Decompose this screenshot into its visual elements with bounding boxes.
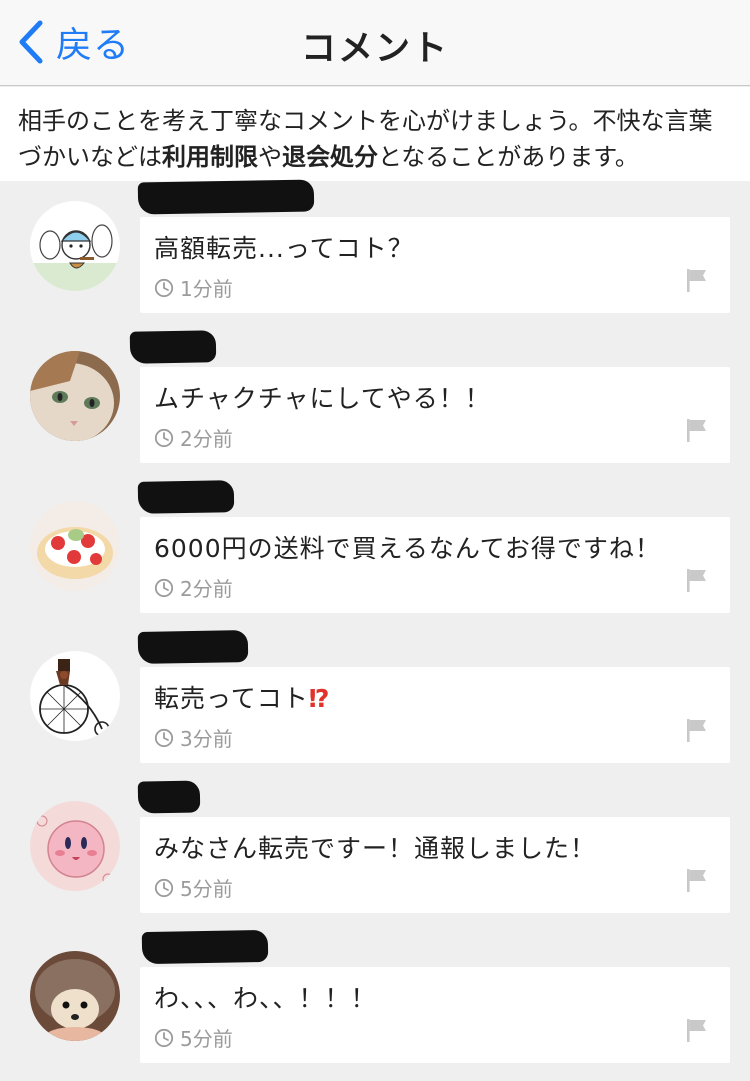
notice-bold-account-termination: 退会処分 bbox=[282, 143, 378, 171]
comment-bubble: わ、、、わ、、！！！ 5分前 bbox=[140, 967, 730, 1063]
comment-item: 転売ってコト⁉ 3分前 bbox=[0, 630, 750, 781]
flag-icon[interactable] bbox=[684, 717, 710, 743]
avatar[interactable] bbox=[30, 651, 120, 741]
comment-text: みなさん転売ですー！通報しました！ bbox=[154, 834, 597, 863]
clock-icon bbox=[154, 428, 174, 447]
comment-meta: 1分前 bbox=[154, 273, 233, 302]
clock-icon bbox=[154, 1028, 174, 1047]
kirby-illustration-avatar-image bbox=[30, 801, 120, 891]
clock-icon bbox=[154, 728, 174, 747]
avatar[interactable] bbox=[30, 951, 120, 1041]
avatar[interactable] bbox=[30, 501, 120, 591]
comment-meta: 5分前 bbox=[154, 873, 233, 902]
comment-text: わ、、、わ、、！！！ bbox=[154, 984, 377, 1013]
notice-text-mid: や bbox=[258, 143, 282, 171]
flag-icon[interactable] bbox=[684, 1017, 710, 1043]
comment-time: 1分前 bbox=[180, 277, 233, 301]
comment-bubble: 転売ってコト⁉ 3分前 bbox=[140, 667, 730, 763]
comment-item: 高額転売...ってコト？ 1分前 bbox=[0, 179, 750, 331]
clock-icon bbox=[154, 578, 174, 597]
redacted-username bbox=[129, 330, 217, 364]
comment-item: 6000円の送料で買えるなんてお得ですね！ 2分前 bbox=[0, 480, 750, 631]
hedgehog-photo-avatar-image bbox=[30, 951, 120, 1041]
comment-meta: 2分前 bbox=[154, 573, 233, 602]
exclamation-question-emoji: ⁉ bbox=[308, 684, 331, 713]
redacted-username bbox=[137, 480, 235, 514]
flag-icon[interactable] bbox=[684, 267, 710, 293]
strawberry-cake-photo-avatar-image bbox=[30, 501, 120, 591]
comment-bubble: ムチャクチャにしてやる！！ 2分前 bbox=[140, 367, 730, 463]
redacted-username bbox=[137, 630, 249, 664]
comment-meta: 5分前 bbox=[154, 1023, 233, 1052]
comment-time: 2分前 bbox=[180, 427, 233, 451]
comment-time: 5分前 bbox=[180, 877, 233, 901]
redacted-username bbox=[137, 179, 315, 215]
flag-icon[interactable] bbox=[684, 567, 710, 593]
comment-time: 5分前 bbox=[180, 1027, 233, 1051]
comment-item: みなさん転売ですー！通報しました！ 5分前 bbox=[0, 780, 750, 931]
navigation-bar: 戻る コメント bbox=[0, 0, 750, 86]
flag-icon[interactable] bbox=[684, 867, 710, 893]
avatar[interactable] bbox=[30, 201, 120, 291]
comment-bubble: みなさん転売ですー！通報しました！ 5分前 bbox=[140, 817, 730, 913]
comment-meta: 2分前 bbox=[154, 423, 233, 452]
comment-bubble: 6000円の送料で買えるなんてお得ですね！ 2分前 bbox=[140, 517, 730, 613]
comment-text: 転売ってコト⁉ bbox=[154, 679, 330, 715]
redacted-username bbox=[141, 929, 269, 965]
clock-icon bbox=[154, 278, 174, 297]
comment-guideline-notice: 相手のことを考え丁寧なコメントを心がけましょう。不快な言葉づかいなどは利用制限や… bbox=[0, 87, 750, 181]
cartoon-character-avatar-image bbox=[30, 201, 120, 291]
notice-bold-usage-restriction: 利用制限 bbox=[162, 143, 258, 171]
comment-bubble: 高額転売...ってコト？ 1分前 bbox=[140, 217, 730, 313]
clock-icon bbox=[154, 878, 174, 897]
comment-text: 6000円の送料で買えるなんてお得ですね！ bbox=[154, 534, 661, 563]
flag-icon[interactable] bbox=[684, 417, 710, 443]
comment-time: 3分前 bbox=[180, 727, 233, 751]
penny-farthing-illustration-avatar-image bbox=[30, 651, 120, 741]
comment-item: ムチャクチャにしてやる！！ 2分前 bbox=[0, 330, 750, 481]
notice-text-after: となることがあります。 bbox=[378, 143, 639, 171]
cat-photo-avatar-image bbox=[30, 351, 120, 441]
comment-meta: 3分前 bbox=[154, 723, 233, 752]
redacted-username bbox=[137, 780, 201, 814]
comment-item: わ、、、わ、、！！！ 5分前 bbox=[0, 929, 750, 1081]
comment-text: ムチャクチャにしてやる！！ bbox=[154, 384, 491, 413]
avatar[interactable] bbox=[30, 351, 120, 441]
page-title: コメント bbox=[300, 29, 449, 69]
comment-time: 2分前 bbox=[180, 577, 233, 601]
comment-text-body: 転売ってコト bbox=[154, 684, 309, 713]
comment-text: 高額転売...ってコト？ bbox=[154, 234, 414, 263]
avatar[interactable] bbox=[30, 801, 120, 891]
